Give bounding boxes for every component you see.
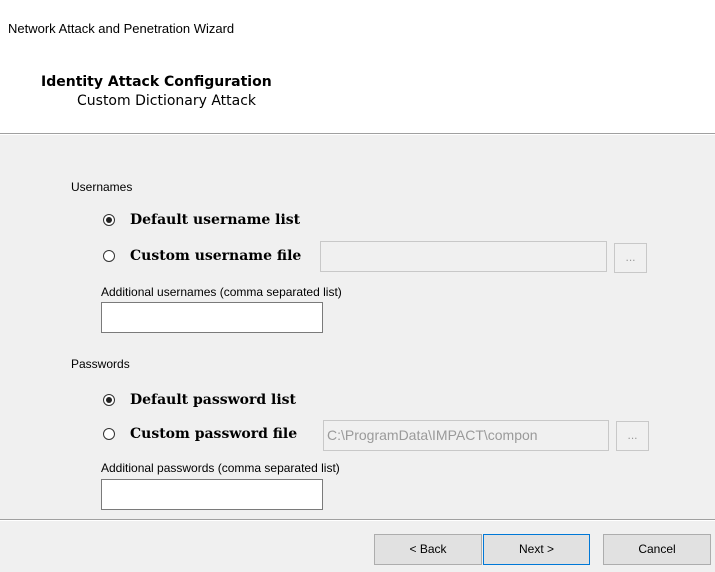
default-username-list-label[interactable]: Default username list — [130, 212, 300, 228]
passwords-group-label: Passwords — [71, 357, 130, 371]
custom-username-file-option[interactable]: Custom username file — [103, 248, 301, 264]
browse-username-file-button: ... — [614, 243, 647, 273]
header-divider-highlight — [0, 134, 715, 135]
additional-passwords-label: Additional passwords (comma separated li… — [101, 461, 340, 475]
wizard-header: Network Attack and Penetration Wizard Id… — [0, 0, 715, 133]
window-title: Network Attack and Penetration Wizard — [8, 21, 235, 36]
footer-divider-highlight — [0, 520, 715, 521]
custom-password-file-field: C:\ProgramData\IMPACT\compon — [323, 420, 609, 451]
default-password-list-option[interactable]: Default password list — [103, 392, 296, 408]
additional-usernames-label: Additional usernames (comma separated li… — [101, 285, 342, 299]
additional-usernames-input[interactable] — [101, 302, 323, 333]
page-subtitle: Custom Dictionary Attack — [77, 93, 257, 109]
custom-password-file-label[interactable]: Custom password file — [130, 426, 297, 442]
browse-password-file-button: ... — [616, 421, 649, 451]
next-button[interactable]: Next > — [483, 534, 590, 565]
default-password-list-radio[interactable] — [103, 394, 115, 406]
default-password-list-label[interactable]: Default password list — [130, 392, 296, 408]
usernames-group-label: Usernames — [71, 180, 133, 194]
custom-password-file-option[interactable]: Custom password file — [103, 426, 297, 442]
custom-username-file-label[interactable]: Custom username file — [130, 248, 301, 264]
custom-username-file-field — [320, 241, 607, 272]
custom-username-file-radio[interactable] — [103, 250, 115, 262]
page-title: Identity Attack Configuration — [41, 74, 272, 90]
default-username-list-option[interactable]: Default username list — [103, 212, 300, 228]
additional-passwords-input[interactable] — [101, 479, 323, 510]
back-button[interactable]: < Back — [374, 534, 482, 565]
custom-password-file-radio[interactable] — [103, 428, 115, 440]
cancel-button[interactable]: Cancel — [603, 534, 711, 565]
default-username-list-radio[interactable] — [103, 214, 115, 226]
